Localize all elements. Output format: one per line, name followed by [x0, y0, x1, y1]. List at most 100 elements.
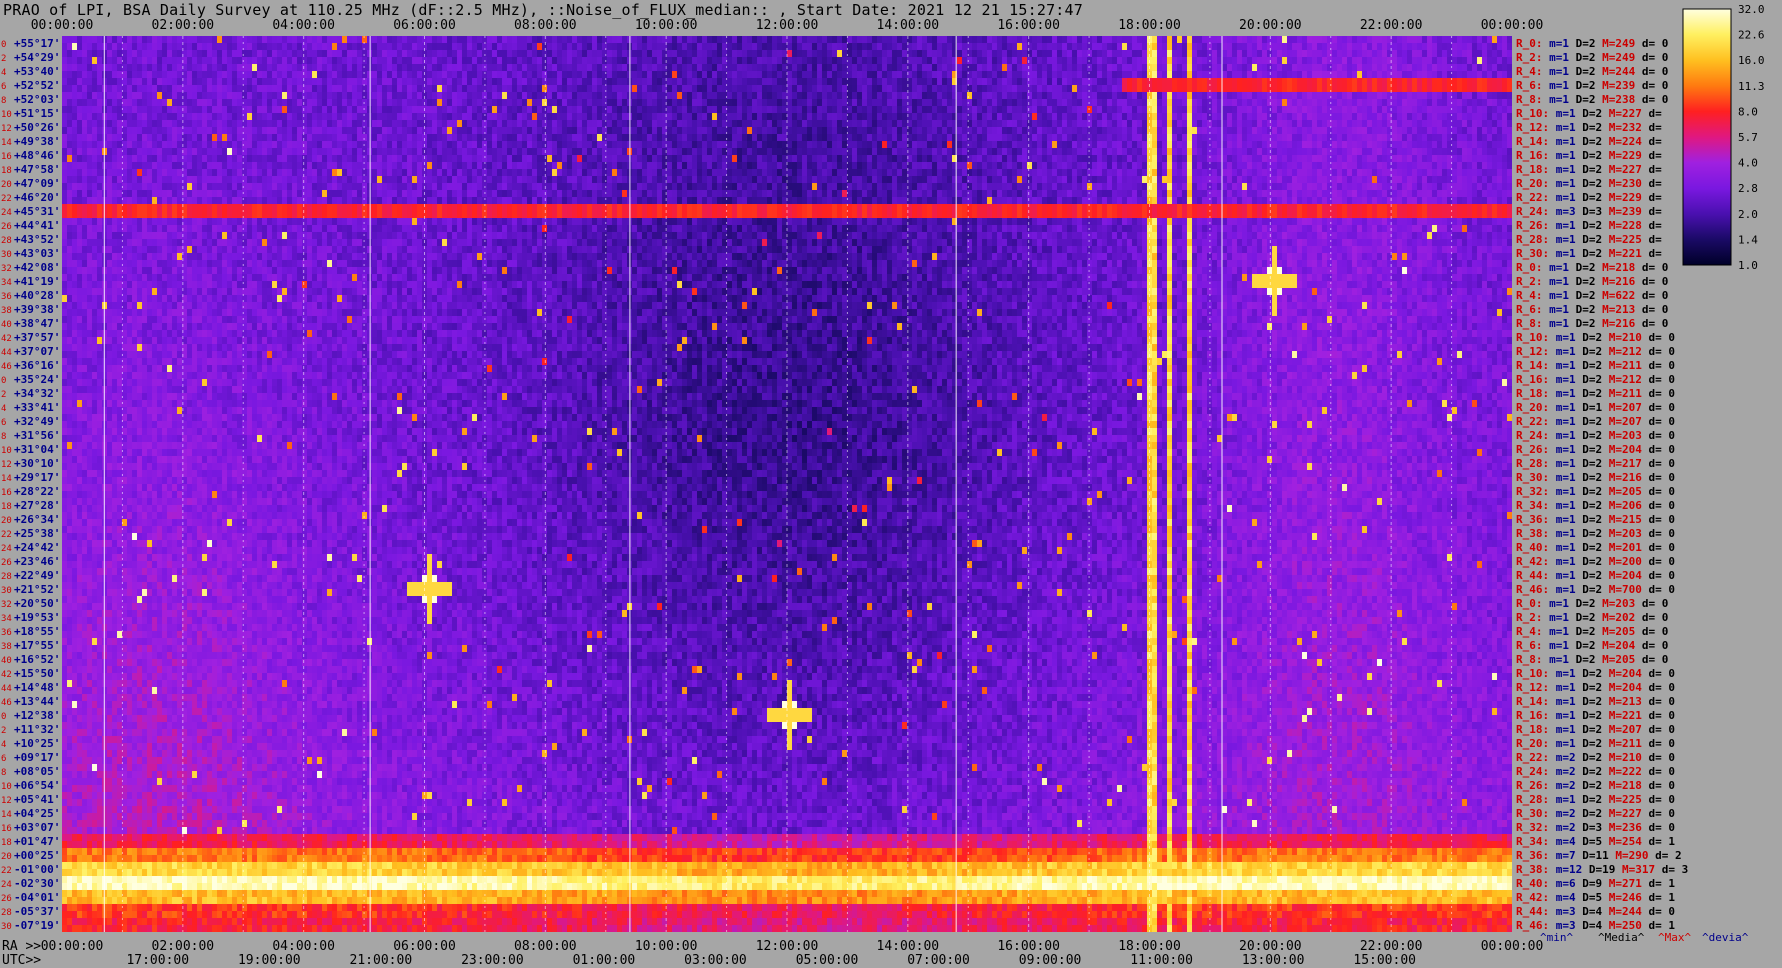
- stats-cell: m=3: [1549, 205, 1576, 218]
- stats-cell: d=: [1642, 149, 1662, 162]
- utc-tick-label: 15:00:00: [1353, 953, 1416, 968]
- stats-cell: M=222: [1602, 765, 1642, 778]
- stats-row: R_8: m=1 D=2 M=205 d= 0: [1516, 653, 1668, 666]
- stats-cell: D=2: [1576, 793, 1603, 806]
- stats-cell: d= 2: [1649, 849, 1682, 862]
- declination-label: +32°49': [14, 415, 60, 428]
- stats-cell: m=1: [1543, 625, 1570, 638]
- stats-row: R_24: m=1 D=2 M=203 d= 0: [1516, 429, 1675, 442]
- stats-cell: d= 0: [1635, 611, 1668, 624]
- stats-row: R_0: m=1 D=2 M=249 d= 0: [1516, 37, 1668, 50]
- row-number: 42: [1, 670, 12, 680]
- stats-cell: D=2: [1576, 779, 1603, 792]
- stats-cell: M=249: [1596, 51, 1636, 64]
- stats-cell: d= 0: [1642, 807, 1675, 820]
- stats-row: R_6: m=1 D=2 M=213 d= 0: [1516, 303, 1668, 316]
- stats-row: R_42: m=4 D=5 M=246 d= 1: [1516, 891, 1675, 904]
- colorbar-tick: 1.0: [1738, 259, 1758, 272]
- stats-cell: d= 0: [1642, 415, 1675, 428]
- stats-cell: d= 0: [1642, 723, 1675, 736]
- stats-row: R_30: m=1 D=2 M=216 d= 0: [1516, 471, 1675, 484]
- stats-cell: m=1: [1549, 191, 1576, 204]
- stats-cell: m=1: [1549, 429, 1576, 442]
- stats-row: R_10: m=1 D=2 M=210 d= 0: [1516, 331, 1675, 344]
- top-tick-label: 14:00:00: [877, 18, 940, 33]
- stats-cell: m=1: [1549, 121, 1576, 134]
- stats-row: R_38: m=12 D=19 M=317 d= 3: [1516, 863, 1688, 876]
- stats-cell: m=1: [1549, 667, 1576, 680]
- row-number: 32: [1, 264, 12, 274]
- declination-label: +04°25': [14, 807, 60, 820]
- declination-label: +53°40': [14, 65, 60, 78]
- stats-cell: d= 1: [1642, 835, 1675, 848]
- stats-cell: M=215: [1602, 513, 1642, 526]
- stats-cell: R_18:: [1516, 387, 1549, 400]
- declination-label: +31°04': [14, 443, 60, 456]
- ra-tick-label: 22:00:00: [1360, 939, 1423, 954]
- stats-cell: M=205: [1596, 653, 1636, 666]
- stats-row: R_14: m=1 D=2 M=211 d= 0: [1516, 359, 1675, 372]
- declination-label: -05°37': [14, 905, 60, 918]
- utc-tick-label: 03:00:00: [684, 953, 747, 968]
- stats-cell: D=2: [1576, 695, 1603, 708]
- stats-cell: D=2: [1576, 807, 1603, 820]
- stats-cell: M=207: [1602, 723, 1642, 736]
- stats-cell: R_20:: [1516, 737, 1549, 750]
- stats-cell: m=4: [1549, 835, 1576, 848]
- declination-label: +52°03': [14, 93, 60, 106]
- stats-cell: D=19: [1582, 863, 1615, 876]
- colorbar-tick: 11.3: [1738, 80, 1765, 93]
- stats-cell: D=2: [1576, 415, 1603, 428]
- row-number: 2: [1, 726, 6, 736]
- stats-cell: m=1: [1543, 51, 1570, 64]
- stats-cell: d= 0: [1635, 261, 1668, 274]
- top-tick-label: 08:00:00: [514, 18, 577, 33]
- stats-cell: R_36:: [1516, 513, 1549, 526]
- stats-cell: d=: [1642, 121, 1662, 134]
- stats-cell: D=2: [1576, 751, 1603, 764]
- stats-cell: R_36:: [1516, 849, 1549, 862]
- row-number: 36: [1, 628, 12, 638]
- stats-row: R_2: m=1 D=2 M=216 d= 0: [1516, 275, 1668, 288]
- top-tick-label: 00:00:00: [1481, 18, 1544, 33]
- declination-label: +49°38': [14, 135, 60, 148]
- colorbar-tick: 4.0: [1738, 157, 1758, 170]
- ra-tick-label: 00:00:00: [1481, 939, 1544, 954]
- stats-cell: d= 0: [1635, 79, 1668, 92]
- stats-cell: D=2: [1576, 121, 1603, 134]
- declination-label: +47°58': [14, 163, 60, 176]
- stats-cell: M=290: [1609, 849, 1649, 862]
- stats-cell: D=2: [1569, 303, 1596, 316]
- stats-cell: R_2:: [1516, 275, 1543, 288]
- stats-row: R_46: m=1 D=2 M=700 d= 0: [1516, 583, 1675, 596]
- stats-cell: d= 0: [1642, 499, 1675, 512]
- stats-cell: m=1: [1549, 177, 1576, 190]
- stats-cell: m=1: [1549, 723, 1576, 736]
- colorbar: 32.0 22.6 16.0 11.3 8.0 5.7 4.0 2.8 2.0 1.4 1.0: [1682, 3, 1765, 272]
- row-number: 10: [1, 782, 12, 792]
- stats-row: R_14: m=1 D=2 M=224 d=: [1516, 135, 1662, 148]
- top-tick-label: 00:00:00: [31, 18, 94, 33]
- stats-cell: m=1: [1549, 247, 1576, 260]
- stats-cell: D=2: [1569, 639, 1596, 652]
- stats-cell: d= 0: [1642, 667, 1675, 680]
- stats-cell: d=: [1642, 233, 1662, 246]
- stats-row: R_12: m=1 D=2 M=212 d= 0: [1516, 345, 1675, 358]
- stats-cell: m=1: [1549, 387, 1576, 400]
- row-number: 26: [1, 222, 12, 232]
- top-tick-label: 22:00:00: [1360, 18, 1423, 33]
- stats-cell: D=2: [1576, 429, 1603, 442]
- utc-tick-label: 09:00:00: [1019, 953, 1082, 968]
- stats-cell: M=236: [1602, 821, 1642, 834]
- stats-cell: D=2: [1569, 611, 1596, 624]
- declination-label: +19°53': [14, 611, 60, 624]
- stats-cell: D=2: [1569, 37, 1596, 50]
- top-time-axis: 00:00:00 02:00:00 04:00:00 06:00:00 08:00:00…: [31, 18, 1544, 33]
- declination-label: +28°22': [14, 485, 60, 498]
- top-tick-label: 10:00:00: [635, 18, 698, 33]
- stats-cell: M=204: [1602, 569, 1642, 582]
- stats-cell: M=228: [1602, 219, 1642, 232]
- declination-label: +55°17': [14, 37, 60, 50]
- stats-row: R_40: m=6 D=9 M=271 d= 1: [1516, 877, 1675, 890]
- stats-footer-label: ^devia^: [1702, 931, 1749, 944]
